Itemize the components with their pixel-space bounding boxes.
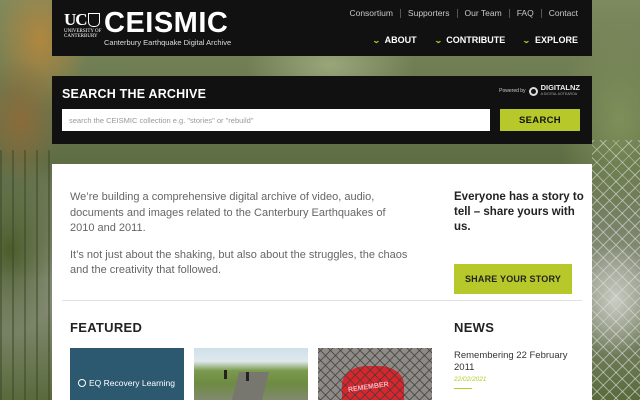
featured-card-eq-recovery[interactable]: EQ Recovery Learning [70, 348, 184, 400]
intro-paragraph: We’re building a comprehensive digital a… [70, 191, 386, 234]
nav-explore-label: EXPLORE [534, 35, 578, 45]
nav-our-team[interactable]: Our Team [465, 8, 502, 18]
featured-card-fence-heart[interactable]: REMEMBER [318, 348, 432, 400]
nav-divider [540, 8, 542, 18]
nav-consortium[interactable]: Consortium [349, 8, 392, 18]
nav-explore[interactable]: ⌄ EXPLORE [522, 35, 578, 45]
chevron-down-icon: ⌄ [433, 35, 443, 45]
nav-contact[interactable]: Contact [549, 8, 578, 18]
crest-icon [88, 13, 100, 27]
person-figure [224, 370, 227, 379]
featured-card-road-photo[interactable] [194, 348, 308, 400]
digitalnz-subtitle: A DIGITAL AOTEAROA [540, 92, 578, 96]
news-divider [454, 388, 472, 389]
background-foliage [0, 150, 52, 400]
site-brand[interactable]: CEISMIC Canterbury Earthquake Digital Ar… [104, 8, 231, 47]
share-story-title: Everyone has a story to tell – share you… [454, 191, 584, 233]
road-image-detail [229, 372, 269, 400]
content-panel: We’re building a comprehensive digital a… [52, 164, 592, 400]
university-logo[interactable]: UC UNIVERSITY OF CANTERBURY [64, 11, 102, 46]
news-title[interactable]: Remembering 22 February 2011 [454, 350, 584, 373]
featured-heading: FEATURED [70, 320, 143, 335]
site-header: UC UNIVERSITY OF CANTERBURY CEISMIC Cant… [52, 0, 592, 56]
news-heading: NEWS [454, 320, 495, 335]
nav-divider [508, 8, 510, 18]
share-story-block: Everyone has a story to tell – share you… [454, 190, 584, 294]
news-item[interactable]: Remembering 22 February 2011 22/02/2021 [454, 350, 584, 389]
background-fence [592, 140, 640, 400]
search-panel: SEARCH THE ARCHIVE Powered by DIGITALNZ … [52, 76, 592, 144]
nav-supporters[interactable]: Supporters [408, 8, 450, 18]
university-name: UNIVERSITY OF CANTERBURY [64, 29, 102, 39]
chevron-down-icon: ⌄ [371, 35, 381, 45]
search-button[interactable]: SEARCH [500, 109, 580, 131]
news-date: 22/02/2021 [454, 376, 487, 383]
eq-logo-icon [78, 379, 86, 387]
nav-contribute-label: CONTRIBUTE [446, 35, 506, 45]
intro-text: We’re building a comprehensive digital a… [70, 190, 410, 279]
nav-divider [399, 8, 401, 18]
section-divider [62, 300, 582, 301]
fence-image-detail [318, 348, 432, 400]
brand-subtitle: Canterbury Earthquake Digital Archive [104, 38, 232, 47]
nav-about-label: ABOUT [384, 35, 417, 45]
eq-recovery-logo: EQ Recovery Learning [78, 378, 175, 388]
powered-by-label: Powered by [499, 88, 526, 94]
nav-about[interactable]: ⌄ ABOUT [371, 35, 417, 45]
utility-nav: Consortium Supporters Our Team FAQ Conta… [349, 8, 578, 18]
search-title: SEARCH THE ARCHIVE [62, 87, 207, 101]
digitalnz-name: DIGITALNZ A DIGITAL AOTEAROA [541, 84, 580, 98]
nav-contribute[interactable]: ⌄ CONTRIBUTE [433, 35, 506, 45]
intro-paragraph: It’s not just about the shaking, but als… [70, 248, 408, 277]
search-input[interactable] [62, 109, 490, 131]
nav-faq[interactable]: FAQ [517, 8, 534, 18]
powered-by-digitalnz[interactable]: Powered by DIGITALNZ A DIGITAL AOTEAROA [499, 84, 580, 98]
eq-recovery-label: EQ Recovery Learning [89, 378, 175, 388]
chevron-down-icon: ⌄ [522, 35, 531, 45]
person-figure [246, 372, 249, 381]
share-your-story-button[interactable]: SHARE YOUR STORY [454, 264, 572, 294]
brand-name: CEISMIC [104, 7, 229, 39]
digitalnz-logo-icon [528, 86, 538, 96]
main-nav: ⌄ ABOUT ⌄ CONTRIBUTE ⌄ EXPLORE [371, 35, 578, 45]
nav-divider [456, 8, 458, 18]
